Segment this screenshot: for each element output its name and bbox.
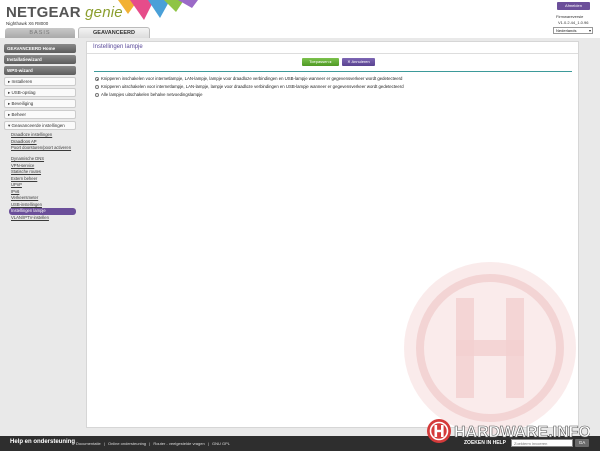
section-divider [94, 71, 572, 72]
tab-basic[interactable]: BASIS [5, 28, 75, 38]
sidebar-item-advanced-home[interactable]: GEAVANCEERD Home [4, 44, 76, 53]
tab-advanced[interactable]: GEAVANCEERD [78, 27, 150, 38]
help-links: Documentatie | Online ondersteuning | Ro… [76, 441, 232, 446]
language-value: Nederlands [556, 28, 577, 33]
led-option-all-off[interactable]: Alle lampjes uitschakelen behalve netvoe… [95, 92, 203, 97]
sidebar-item-port-forwarding[interactable]: Poort doorsturen/poort activeren [4, 145, 76, 156]
help-link-gnu-gpl[interactable]: GNU GPL [212, 441, 230, 446]
help-link-documentation[interactable]: Documentatie [76, 441, 101, 446]
language-select[interactable]: Nederlands ▾ [553, 27, 593, 34]
sidebar-section-setup[interactable]: ▸ Installeren [4, 77, 76, 86]
page-title: Instellingen lampje [93, 44, 143, 50]
hardware-info-logo: HARDWARE.INFO [427, 419, 590, 443]
color-splash-decoration [118, 0, 198, 20]
led-option-disable-blink[interactable]: Knipperen uitschakelen voor internetlamp… [95, 84, 404, 89]
led-option-enable-blink[interactable]: Knipperen inschakelen voor internetlampj… [95, 76, 402, 81]
firmware-version: V1.0.2.44_1.0.96 [558, 20, 589, 25]
router-model: Nighthawk X6 R8000 [6, 21, 49, 26]
logout-button[interactable]: Afmelden [557, 2, 590, 10]
watermark-text: HARDWARE.INFO [454, 424, 590, 441]
option-label: Alle lampjes uitschakelen behalve netvoe… [101, 92, 203, 97]
sidebar-section-usb-storage[interactable]: ▸ USB-opslag [4, 88, 76, 97]
brand-suffix-text: genie [80, 4, 123, 21]
sidebar-item-wps-wizard[interactable]: WPS-wizard [4, 66, 76, 75]
hardware-info-watermark-icon [404, 262, 576, 434]
title-divider [87, 53, 578, 54]
sidebar-section-advanced-setup[interactable]: ▾ Geavanceerde instellingen [4, 121, 76, 130]
firmware-label: Firmwareversie [556, 14, 584, 19]
sidebar-section-administration[interactable]: ▸ Beheer [4, 110, 76, 119]
sidebar-item-setup-wizard[interactable]: Installatiewizard [4, 55, 76, 64]
netgear-genie-logo[interactable]: NETGEAR genie [6, 4, 123, 21]
radio-selected[interactable] [95, 76, 99, 81]
link-separator: | [207, 441, 209, 446]
option-label: Knipperen inschakelen voor internetlampj… [101, 76, 403, 81]
header: NETGEAR genie Nighthawk X6 R8000 Afmelde… [0, 0, 600, 40]
brand-text: NETGEAR [6, 4, 81, 21]
help-link-faq[interactable]: Router - veelgestelde vragen [153, 441, 204, 446]
radio-unselected[interactable] [95, 84, 99, 89]
apply-button[interactable]: Toepassen ▸ [302, 58, 339, 66]
radio-unselected[interactable] [95, 92, 99, 97]
cancel-button[interactable]: ✕ Annuleren [342, 58, 375, 66]
option-label: Knipperen uitschakelen voor internetlamp… [101, 84, 404, 89]
help-link-online-support[interactable]: Online ondersteuning [108, 441, 146, 446]
help-title: Help en ondersteuning [10, 439, 76, 445]
link-separator: | [149, 441, 151, 446]
sidebar-section-security[interactable]: ▸ Beveiliging [4, 99, 76, 108]
sidebar: GEAVANCEERD Home Installatiewizard WPS-w… [4, 44, 76, 221]
chevron-down-icon: ▾ [588, 28, 591, 33]
link-separator: | [103, 441, 105, 446]
sidebar-item-vlan-iptv[interactable]: VLAN/IPTV-instellen [4, 215, 76, 222]
